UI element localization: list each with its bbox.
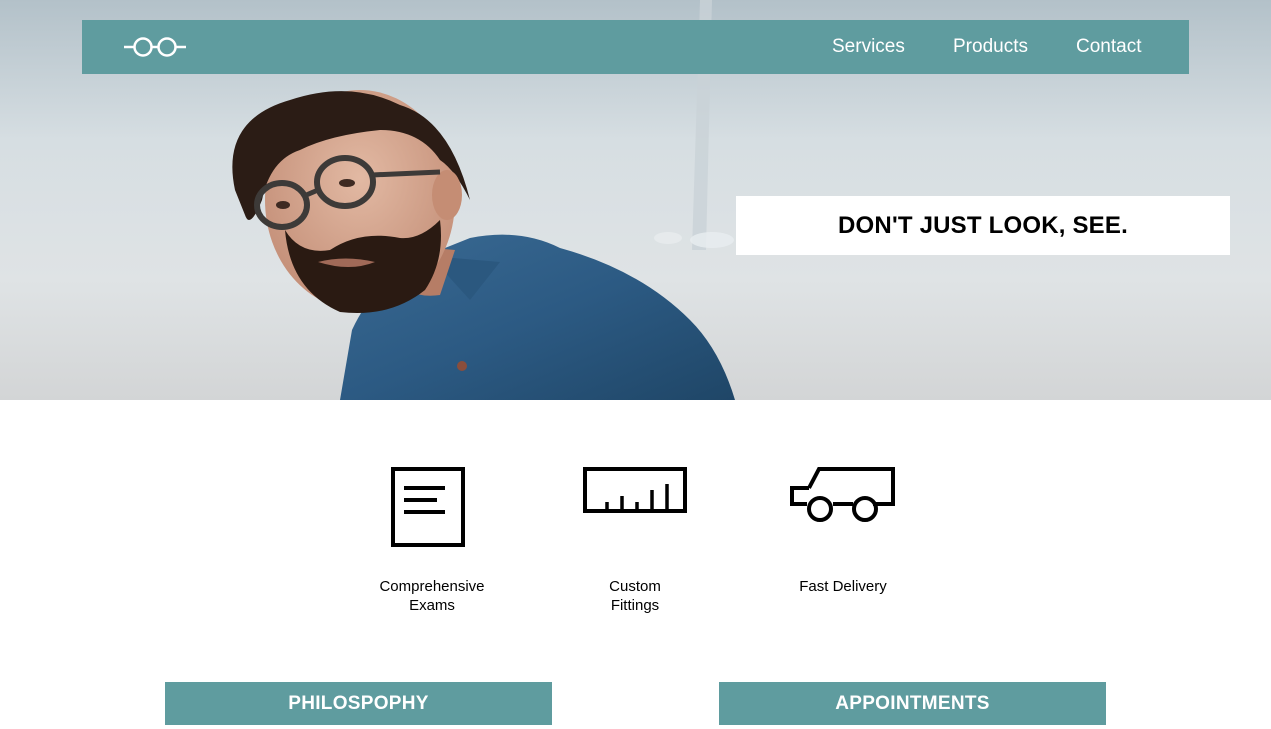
hero-tagline: DON'T JUST LOOK, SEE. [838,211,1128,239]
hero-tagline-box: DON'T JUST LOOK, SEE. [736,196,1230,255]
philosophy-button[interactable]: PHILOSPOPHY [165,682,552,725]
nav-link-contact[interactable]: Contact [1076,37,1141,57]
ruler-icon [583,467,687,513]
feature-label-exams: Comprehensive Exams [379,578,485,614]
document-icon [391,467,465,547]
hero-section: Services Products Contact DON'T JUST LOO… [0,0,1271,400]
feature-label-fittings: Custom Fittings [609,578,661,614]
truck-icon [790,467,895,522]
glasses-logo-icon[interactable] [122,35,188,59]
top-navigation-bar: Services Products Contact [82,20,1189,74]
nav-link-services[interactable]: Services [832,37,905,57]
appointments-button[interactable]: APPOINTMENTS [719,682,1106,725]
feature-label-delivery: Fast Delivery [799,578,887,595]
nav-link-products[interactable]: Products [953,37,1028,57]
